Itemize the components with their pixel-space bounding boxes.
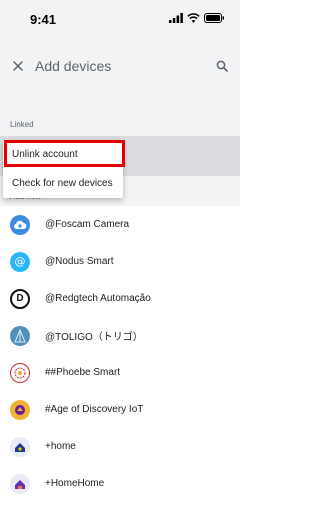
highlight-box xyxy=(4,140,125,167)
device-row-toligo[interactable]: @TOLIGO（トリゴ） xyxy=(0,317,240,354)
device-name: ##Phoebe Smart xyxy=(45,367,121,378)
device-list: @Foscam Camera @ @Nodus Smart D @Redgtec… xyxy=(0,206,240,502)
device-name: +home xyxy=(45,441,76,452)
cloud-camera-icon xyxy=(10,214,30,235)
phoebe-logo-icon xyxy=(10,362,30,383)
status-bar: 9:41 xyxy=(0,0,240,38)
status-icons xyxy=(169,13,224,23)
device-name: @Redgtech Automação xyxy=(45,293,151,304)
device-row-phoebe[interactable]: ##Phoebe Smart xyxy=(0,354,240,391)
device-name: @Foscam Camera xyxy=(45,219,130,230)
search-button[interactable] xyxy=(212,56,232,76)
device-name: @TOLIGO（トリゴ） xyxy=(45,332,143,343)
device-name: @Nodus Smart xyxy=(45,256,114,267)
menu-item-check-for-new-devices[interactable]: Check for new devices xyxy=(3,169,123,198)
device-name: +HomeHome xyxy=(45,478,105,489)
close-button[interactable] xyxy=(8,56,28,76)
home-logo-icon xyxy=(10,436,30,457)
device-row-home[interactable]: +home xyxy=(0,428,240,465)
section-linked: Linked xyxy=(0,94,240,136)
app-bar: Add devices xyxy=(0,38,240,94)
device-row-age-of-discovery[interactable]: #Age of Discovery IoT xyxy=(0,391,240,428)
battery-icon xyxy=(204,13,224,23)
age-of-discovery-logo-icon xyxy=(10,399,30,420)
toligo-logo-icon xyxy=(10,325,30,346)
redgtech-logo-icon: D xyxy=(10,288,30,309)
device-row-homehome[interactable]: +HomeHome xyxy=(0,465,240,502)
at-sign-icon: @ xyxy=(10,251,30,272)
device-row-nodus[interactable]: @ @Nodus Smart xyxy=(0,243,240,280)
device-row-redgtech[interactable]: D @Redgtech Automação xyxy=(0,280,240,317)
search-icon xyxy=(216,60,228,72)
signal-icon xyxy=(169,13,183,23)
wifi-icon xyxy=(187,13,200,23)
status-time: 9:41 xyxy=(30,12,57,27)
section-label-linked: Linked xyxy=(10,120,34,129)
close-icon xyxy=(13,61,23,71)
homehome-logo-icon xyxy=(10,473,30,494)
device-row-foscam[interactable]: @Foscam Camera xyxy=(0,206,240,243)
page-title: Add devices xyxy=(35,58,112,74)
device-name: #Age of Discovery IoT xyxy=(45,404,144,415)
